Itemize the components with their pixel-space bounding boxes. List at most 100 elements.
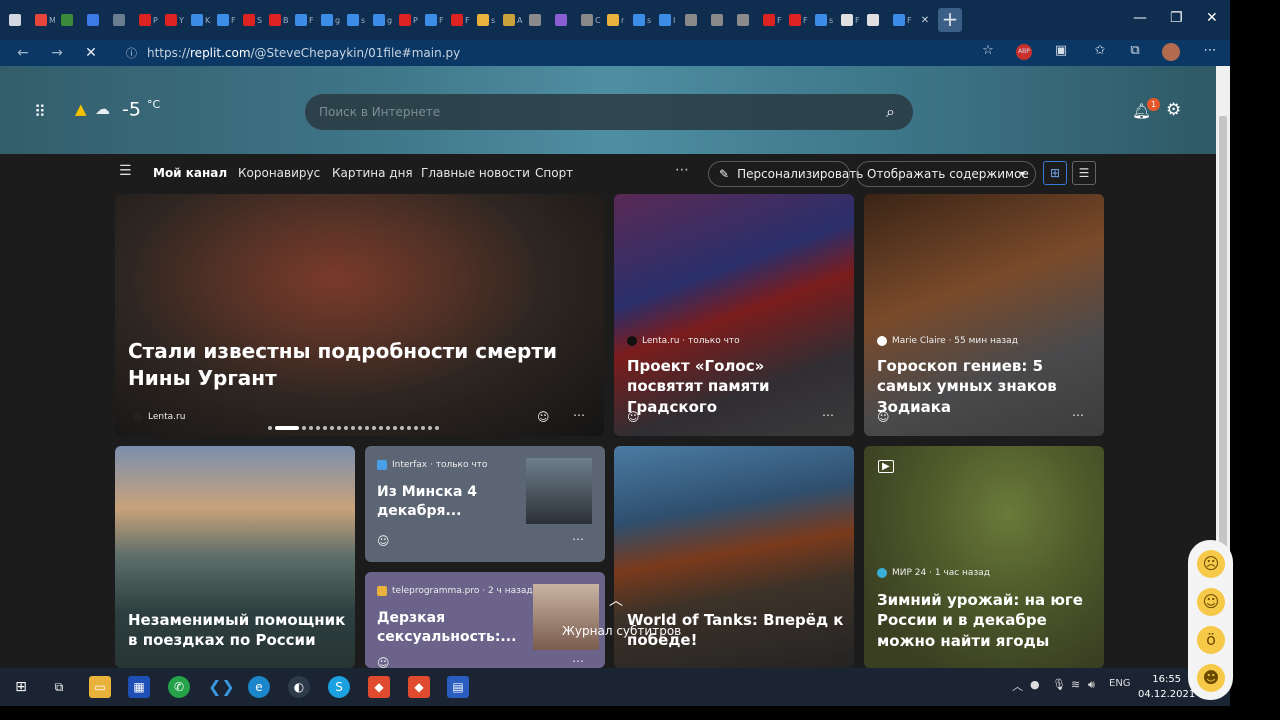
app-icon[interactable]: ▦ bbox=[128, 676, 150, 698]
temperature[interactable]: -5 °C bbox=[122, 98, 160, 120]
adblock-icon[interactable]: ABP bbox=[1016, 44, 1032, 60]
forward-button[interactable]: → bbox=[40, 45, 74, 61]
pager-dot[interactable] bbox=[309, 426, 313, 430]
more-options-icon[interactable]: ⋯ bbox=[573, 408, 585, 422]
browser-tab[interactable]: F bbox=[422, 0, 448, 40]
browser-tab[interactable] bbox=[58, 0, 84, 40]
surprised-emoji-icon[interactable]: ö bbox=[1197, 626, 1225, 654]
pager-dot[interactable] bbox=[275, 426, 299, 430]
browser-tab[interactable]: F bbox=[890, 0, 916, 40]
reaction-icon[interactable]: ☺ bbox=[627, 410, 640, 424]
nav-item-top-news[interactable]: Главные новости bbox=[421, 166, 530, 180]
browser-tab[interactable] bbox=[6, 0, 32, 40]
news-card[interactable]: Незаменимый помощник в поездках по Росси… bbox=[115, 446, 355, 668]
news-card[interactable]: Lenta.ru · только что Проект «Голос» пос… bbox=[614, 194, 854, 436]
pager-dot[interactable] bbox=[302, 426, 306, 430]
more-categories-icon[interactable]: ⋯ bbox=[675, 162, 689, 178]
browser-tab[interactable] bbox=[682, 0, 708, 40]
grid-view-button[interactable]: ⊞ bbox=[1043, 161, 1067, 185]
browser-tab[interactable]: F bbox=[786, 0, 812, 40]
worried-emoji-icon[interactable]: ☹ bbox=[1197, 550, 1225, 578]
nav-item-sport[interactable]: Спорт bbox=[535, 166, 573, 180]
nav-item-my-feed[interactable]: Мой канал bbox=[153, 166, 227, 180]
browser-tab[interactable] bbox=[734, 0, 760, 40]
card-title[interactable]: Гороскоп гениев: 5 самых умных знаков Зо… bbox=[877, 356, 1095, 417]
app-icon[interactable]: ◆ bbox=[368, 676, 390, 698]
card-thumbnail[interactable] bbox=[533, 584, 599, 650]
taskbar-clock[interactable]: 16:55 04.12.2021 bbox=[1138, 672, 1195, 702]
browser-tab[interactable]: A bbox=[500, 0, 526, 40]
browser-tab[interactable]: M bbox=[32, 0, 58, 40]
pager-dot[interactable] bbox=[414, 426, 418, 430]
pager-dot[interactable] bbox=[435, 426, 439, 430]
card-title[interactable]: Дерзкая сексуальность:... bbox=[377, 609, 527, 647]
close-tab-icon[interactable]: ✕ bbox=[916, 0, 934, 40]
browser-tab[interactable]: F bbox=[448, 0, 474, 40]
more-options-icon[interactable]: ⋯ bbox=[572, 654, 584, 668]
browser-tab[interactable]: C bbox=[578, 0, 604, 40]
stop-loading-button[interactable]: ✕ bbox=[74, 45, 108, 61]
personalize-button[interactable]: ✎ Персонализировать bbox=[708, 161, 863, 187]
browser-tab[interactable]: s bbox=[630, 0, 656, 40]
pager-dot[interactable] bbox=[421, 426, 425, 430]
carousel-pager[interactable] bbox=[268, 426, 439, 430]
reaction-icon[interactable]: ☺ bbox=[877, 410, 890, 424]
scrollbar-thumb[interactable] bbox=[1219, 116, 1227, 556]
browser-tab[interactable]: r bbox=[604, 0, 630, 40]
volume-icon[interactable]: 🔊︎ bbox=[1088, 678, 1095, 692]
info-icon[interactable]: ⓘ bbox=[126, 45, 137, 61]
reaction-icon[interactable]: ☺ bbox=[537, 410, 550, 424]
close-window-button[interactable]: ✕ bbox=[1206, 10, 1218, 26]
list-view-button[interactable]: ☰ bbox=[1072, 161, 1096, 185]
browser-tab[interactable]: P bbox=[136, 0, 162, 40]
back-button[interactable]: ← bbox=[6, 45, 40, 61]
pager-dot[interactable] bbox=[365, 426, 369, 430]
pager-dot[interactable] bbox=[323, 426, 327, 430]
wifi-icon[interactable]: ≋ bbox=[1071, 678, 1080, 691]
laughing-emoji-icon[interactable]: ☻ bbox=[1197, 664, 1225, 692]
news-card[interactable]: ▶ МИР 24 · 1 час назад Зимний урожай: на… bbox=[864, 446, 1104, 668]
browser-tab[interactable]: F bbox=[838, 0, 864, 40]
pager-dot[interactable] bbox=[344, 426, 348, 430]
browser-tab[interactable] bbox=[552, 0, 578, 40]
browser-tab[interactable]: F bbox=[760, 0, 786, 40]
cloud-icon[interactable]: ☁ bbox=[95, 100, 110, 118]
pager-dot[interactable] bbox=[351, 426, 355, 430]
more-options-icon[interactable]: ⋯ bbox=[822, 408, 834, 422]
pager-dot[interactable] bbox=[400, 426, 404, 430]
browser-tab[interactable]: F bbox=[214, 0, 240, 40]
pager-dot[interactable] bbox=[372, 426, 376, 430]
pager-dot[interactable] bbox=[393, 426, 397, 430]
pager-dot[interactable] bbox=[428, 426, 432, 430]
language-indicator[interactable]: ENG bbox=[1109, 678, 1131, 689]
news-card[interactable]: Marie Claire · 55 мин назад Гороскоп ген… bbox=[864, 194, 1104, 436]
hamburger-menu-icon[interactable]: ☰ bbox=[119, 163, 132, 179]
news-card[interactable]: teleprogramma.pro · 2 ч назад Дерзкая се… bbox=[365, 572, 605, 668]
nav-item-coronavirus[interactable]: Коронавирус bbox=[238, 166, 320, 180]
browser-tab[interactable] bbox=[864, 0, 890, 40]
save-icon[interactable]: ▤ bbox=[447, 676, 469, 698]
microphone-icon[interactable]: 🎙︎ bbox=[1052, 678, 1066, 691]
browser-tab[interactable] bbox=[708, 0, 734, 40]
collections-icon[interactable]: ⧉ bbox=[1125, 43, 1145, 61]
tray-chevron-icon[interactable]: ︿ bbox=[1012, 678, 1023, 694]
card-title[interactable]: Стали известны подробности смерти Нины У… bbox=[128, 338, 598, 392]
browser-tab[interactable]: K bbox=[188, 0, 214, 40]
reaction-icon[interactable]: ☺ bbox=[377, 656, 390, 668]
browser-menu-icon[interactable]: ⋯ bbox=[1200, 43, 1220, 61]
pager-dot[interactable] bbox=[386, 426, 390, 430]
address-bar[interactable]: ⓘ https://replit.com/@SteveChepaykin/01f… bbox=[116, 42, 1004, 64]
browser-tab[interactable]: I bbox=[656, 0, 682, 40]
more-options-icon[interactable]: ⋯ bbox=[572, 532, 584, 546]
browser-tab[interactable]: F bbox=[292, 0, 318, 40]
new-tab-button[interactable]: + bbox=[938, 8, 962, 32]
vscode-icon[interactable]: ❮❯ bbox=[208, 676, 235, 698]
favorites-icon[interactable]: ✩ bbox=[1090, 43, 1110, 61]
browser-tab[interactable]: g bbox=[370, 0, 396, 40]
browser-tab[interactable] bbox=[84, 0, 110, 40]
pager-dot[interactable] bbox=[407, 426, 411, 430]
app-icon[interactable]: ◆ bbox=[408, 676, 430, 698]
pager-dot[interactable] bbox=[358, 426, 362, 430]
more-options-icon[interactable]: ⋯ bbox=[1072, 408, 1084, 422]
search-icon[interactable]: ⌕ bbox=[886, 102, 895, 122]
